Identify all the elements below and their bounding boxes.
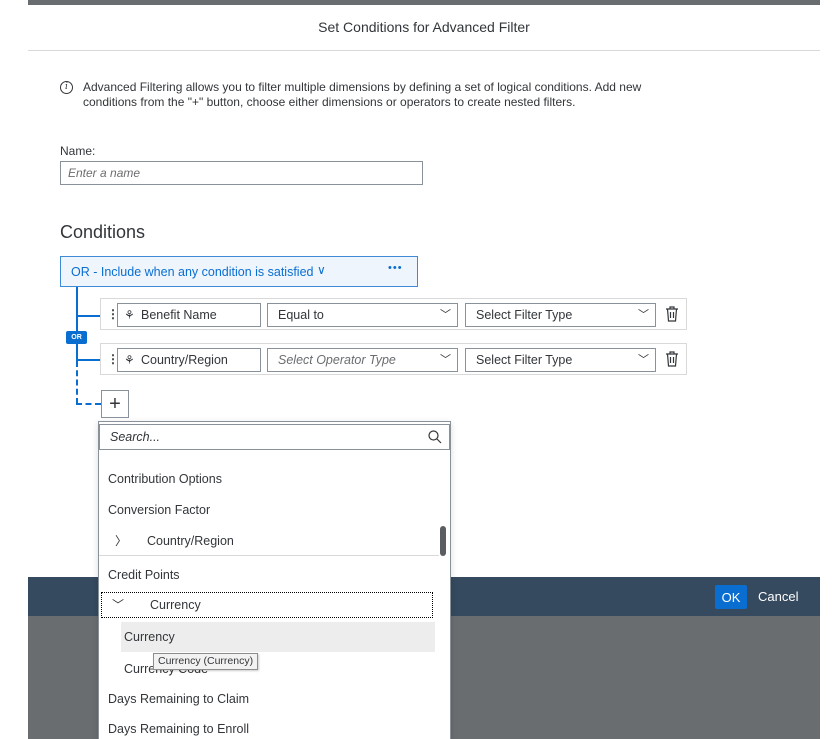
operator-placeholder: Select Operator Type	[278, 353, 396, 367]
info-text: Advanced Filtering allows you to filter …	[83, 80, 763, 110]
dimension-token[interactable]: ⚘ Benefit Name	[117, 303, 261, 327]
operator-value: Equal to	[278, 308, 324, 322]
scrollbar-thumb[interactable]	[440, 526, 446, 556]
dimension-label: Benefit Name	[141, 308, 217, 322]
filter-type-value: Select Filter Type	[476, 308, 573, 322]
list-item[interactable]: Conversion Factor	[99, 495, 439, 525]
operator-select[interactable]: Equal to ﹀	[267, 303, 458, 327]
tree-connector	[76, 315, 100, 317]
add-condition-button[interactable]: +	[101, 390, 129, 418]
list-item-expandable[interactable]: 〉 Country/Region	[99, 526, 439, 556]
filter-type-select[interactable]: Select Filter Type ﹀	[465, 348, 656, 372]
chevron-right-icon[interactable]: 〉	[115, 526, 127, 556]
or-badge: OR	[66, 331, 87, 344]
info-icon: i	[60, 81, 73, 94]
chevron-down-icon: ﹀	[440, 309, 451, 321]
dimension-token[interactable]: ⚘ Country/Region	[117, 348, 261, 372]
dimension-icon: ⚘	[124, 308, 135, 322]
tree-connector	[76, 287, 78, 359]
dialog-title: Set Conditions for Advanced Filter	[318, 19, 530, 35]
chevron-down-icon: ﹀	[638, 354, 649, 366]
list-item-expanded[interactable]: ﹀ Currency	[101, 592, 433, 618]
name-input[interactable]	[60, 161, 423, 185]
info-text-line-1: Advanced Filtering allows you to filter …	[83, 80, 642, 94]
search-field	[99, 424, 450, 450]
list-item-label: Conversion Factor	[108, 503, 211, 517]
or-group-header[interactable]: OR - Include when any condition is satis…	[60, 256, 418, 287]
chevron-down-icon[interactable]: ∨	[317, 263, 326, 277]
search-icon[interactable]	[427, 429, 443, 445]
tree-connector	[76, 359, 100, 361]
chevron-down-icon: ﹀	[440, 354, 451, 366]
chevron-down-icon[interactable]: ﹀	[112, 593, 124, 617]
tree-connector-pending	[76, 361, 78, 404]
cancel-button[interactable]: Cancel	[758, 585, 798, 609]
list-item-label: Country/Region	[147, 534, 234, 548]
list-item-label: Currency	[124, 630, 175, 644]
list-item-child[interactable]: Currency	[121, 622, 435, 652]
filter-type-value: Select Filter Type	[476, 353, 573, 367]
dimension-label: Country/Region	[141, 353, 228, 367]
list-item[interactable]: Days Remaining to Enroll	[99, 714, 439, 739]
list-item[interactable]: Days Remaining to Claim	[99, 684, 439, 714]
list-item-label: Days Remaining to Claim	[108, 692, 250, 706]
more-options-icon[interactable]: •••	[388, 262, 403, 274]
list-item-label: Days Remaining to Enroll	[108, 722, 250, 736]
list-item-label: Currency	[150, 598, 201, 612]
trash-icon[interactable]	[664, 350, 680, 368]
dialog-header: Set Conditions for Advanced Filter	[28, 5, 820, 51]
tree-connector-pending	[76, 403, 101, 405]
conditions-heading: Conditions	[60, 222, 146, 242]
list-item[interactable]: Contribution Options	[99, 464, 439, 494]
info-text-line-2: conditions from the "+" button, choose e…	[83, 95, 576, 109]
list-item-label: Contribution Options	[108, 472, 222, 486]
name-label: Name:	[60, 144, 96, 158]
operator-select[interactable]: Select Operator Type ﹀	[267, 348, 458, 372]
list-item-label: Credit Points	[108, 568, 180, 582]
dimension-dropdown: Contribution Options Conversion Factor 〉…	[98, 421, 451, 739]
search-input[interactable]	[100, 425, 420, 449]
tooltip: Currency (Currency)	[153, 653, 259, 670]
condition-row: ⋮ ⚘ Country/Region Select Operator Type ﹀…	[100, 343, 687, 375]
trash-icon[interactable]	[664, 305, 680, 323]
condition-row: ⋮ ⚘ Benefit Name Equal to ﹀ Select Filter…	[100, 298, 687, 330]
dimension-icon: ⚘	[124, 353, 135, 367]
list-item[interactable]: Credit Points	[99, 560, 439, 590]
filter-type-select[interactable]: Select Filter Type ﹀	[465, 303, 656, 327]
chevron-down-icon: ﹀	[638, 309, 649, 321]
or-group-label: OR - Include when any condition is satis…	[71, 265, 314, 279]
ok-button[interactable]: OK	[715, 585, 747, 609]
